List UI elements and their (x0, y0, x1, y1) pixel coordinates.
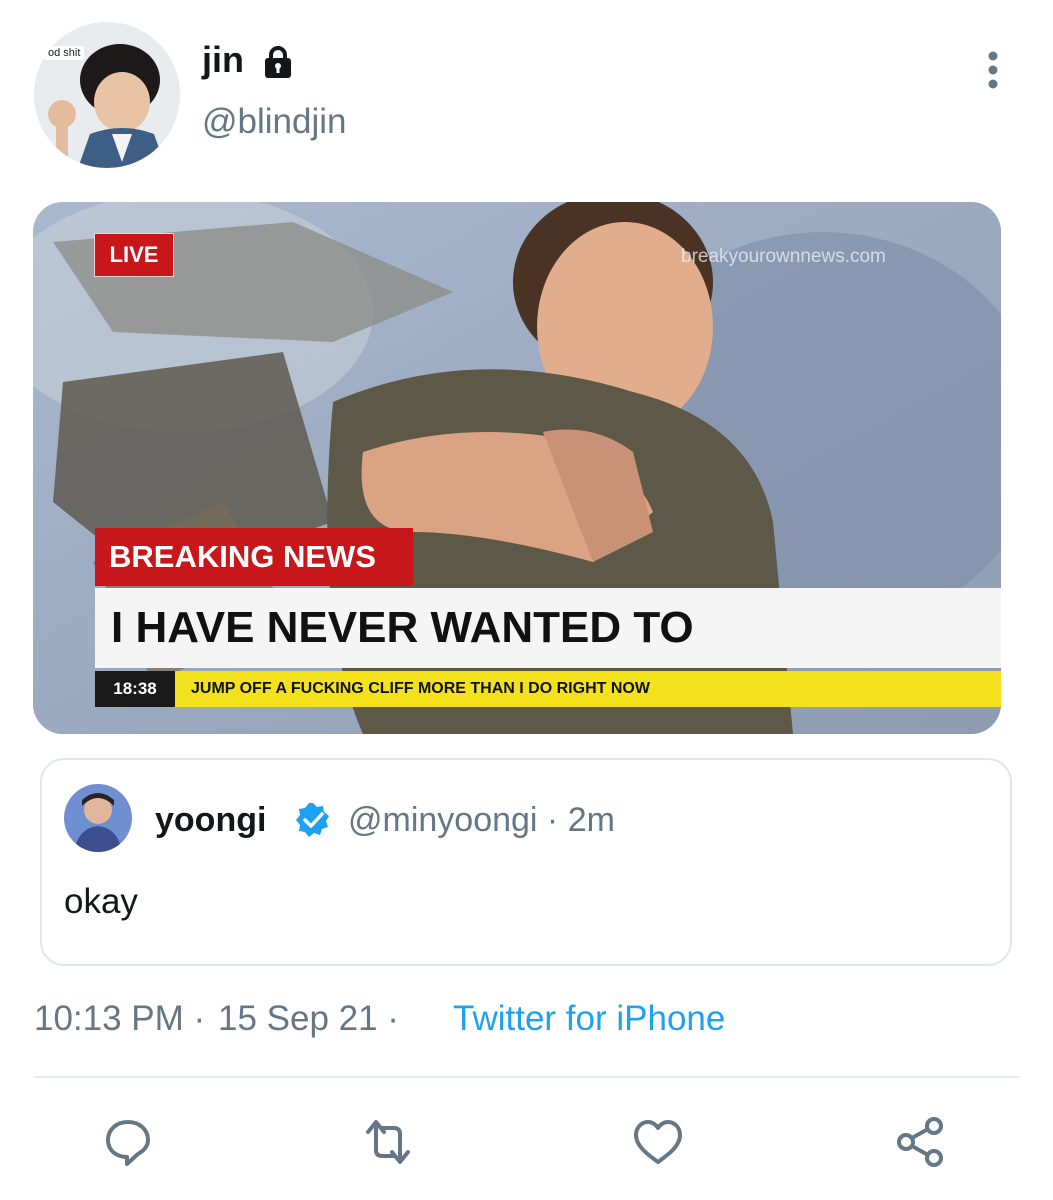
lock-icon (265, 46, 291, 78)
verified-badge-icon (296, 803, 329, 837)
tweet-source-link[interactable]: Twitter for iPhone (453, 998, 725, 1040)
quoted-display-name[interactable]: yoongi (155, 800, 266, 840)
divider (34, 1076, 1020, 1078)
more-vertical-icon[interactable] (975, 48, 1011, 92)
quoted-tweet-card[interactable] (40, 758, 1012, 966)
author-display-name[interactable]: jin (202, 38, 244, 82)
watermark-text: breakyourownnews.com (681, 246, 886, 267)
quoted-handle-time: @minyoongi · 2m (348, 801, 615, 839)
avatar-photo (34, 22, 180, 168)
reply-icon[interactable] (100, 1114, 156, 1170)
live-badge: LIVE (94, 233, 174, 277)
author-handle[interactable]: @blindjin (202, 100, 347, 144)
news-headline: I HAVE NEVER WANTED TO (95, 588, 1001, 668)
like-icon[interactable] (630, 1114, 686, 1170)
tweet-date: 15 Sep 21 · (218, 999, 399, 1038)
share-icon[interactable] (892, 1114, 948, 1170)
retweet-icon[interactable] (360, 1114, 416, 1170)
tweet-media-image[interactable]: LIVE breakyourownnews.com BREAKING NEWS … (33, 202, 1001, 734)
quoted-author-avatar[interactable] (64, 784, 132, 852)
quoted-avatar-photo (64, 784, 132, 852)
breaking-news-label: BREAKING NEWS (95, 528, 413, 586)
quoted-tweet-text: okay (64, 882, 138, 921)
tweet-time: 10:13 PM · (34, 999, 206, 1038)
news-clock: 18:38 (95, 671, 175, 707)
author-avatar[interactable]: od shit (34, 22, 180, 168)
news-ticker: JUMP OFF A FUCKING CLIFF MORE THAN I DO … (175, 671, 1001, 707)
avatar-sticker-text: od shit (44, 46, 85, 60)
